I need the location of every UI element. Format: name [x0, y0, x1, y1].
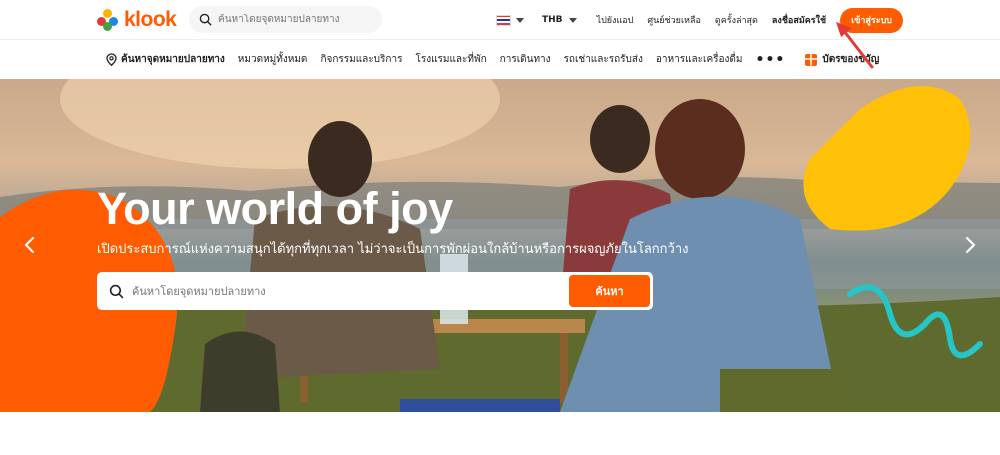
- header-actions: THB ไปยังแอป ศูนย์ช่วยเหลือ ดูครั้งล่าสุ…: [496, 0, 903, 40]
- chevron-left-icon[interactable]: [22, 237, 38, 253]
- signup-link[interactable]: ลงชื่อสมัครใช้: [772, 13, 826, 27]
- nav-hotels[interactable]: โรงแรมและที่พัก: [415, 52, 486, 67]
- nav-destination-label: ค้นหาจุดหมายปลายทาง: [121, 54, 225, 65]
- category-nav: ค้นหาจุดหมายปลายทาง หมวดหมู่ทั้งหมด กิจก…: [0, 40, 1000, 79]
- login-button[interactable]: เข้าสู่ระบบ: [840, 7, 903, 33]
- nav-food-drink[interactable]: อาหารและเครื่องดื่ม: [656, 52, 743, 67]
- hero-search-input[interactable]: [132, 284, 552, 298]
- klook-logo-icon: [97, 9, 119, 31]
- language-selector[interactable]: [496, 14, 525, 26]
- nav-destination[interactable]: ค้นหาจุดหมายปลายทาง: [106, 52, 225, 67]
- hero-search-button[interactable]: ค้นหา: [569, 275, 650, 307]
- currency-selector[interactable]: THB: [542, 15, 577, 25]
- top-search-box[interactable]: [189, 6, 382, 33]
- logo-text: klook: [124, 8, 177, 31]
- hero-search-box[interactable]: ค้นหา: [97, 272, 653, 310]
- top-search-input[interactable]: [218, 14, 368, 25]
- location-pin-icon: [106, 53, 117, 66]
- chevron-down-icon: [568, 17, 577, 23]
- chevron-right-icon[interactable]: [962, 237, 978, 253]
- search-icon: [199, 13, 212, 26]
- nav-car-rental[interactable]: รถเช่าและรถรับส่ง: [564, 52, 643, 67]
- thai-flag-icon: [496, 14, 512, 26]
- gift-card-label: บัตรของขวัญ: [822, 54, 880, 65]
- gift-card-link[interactable]: บัตรของขวัญ: [805, 52, 879, 67]
- help-center-link[interactable]: ศูนย์ช่วยเหลือ: [647, 13, 701, 27]
- search-icon: [109, 284, 124, 298]
- currency-label: THB: [542, 15, 563, 25]
- go-to-app-link[interactable]: ไปยังแอป: [597, 13, 634, 27]
- chevron-down-icon: [516, 17, 525, 23]
- hero-banner: Your world of joy เปิดประสบการณ์แห่งความ…: [0, 79, 1000, 412]
- klook-logo[interactable]: klook: [97, 8, 177, 32]
- top-bar: klook THB ไปยังแอป ศูนย์ช่วยเหลือ ดูครั้…: [0, 0, 1000, 40]
- gift-icon: [805, 53, 818, 66]
- more-menu-icon[interactable]: •••: [756, 52, 786, 68]
- recently-viewed-link[interactable]: ดูครั้งล่าสุด: [715, 13, 758, 27]
- nav-all-categories[interactable]: หมวดหมู่ทั้งหมด: [238, 52, 308, 67]
- nav-activities[interactable]: กิจกรรมและบริการ: [320, 52, 402, 67]
- hero-title: Your world of joy: [97, 183, 453, 234]
- nav-transport[interactable]: การเดินทาง: [500, 52, 551, 67]
- hero-subtitle: เปิดประสบการณ์แห่งความสนุกได้ทุกที่ทุกเว…: [97, 242, 689, 257]
